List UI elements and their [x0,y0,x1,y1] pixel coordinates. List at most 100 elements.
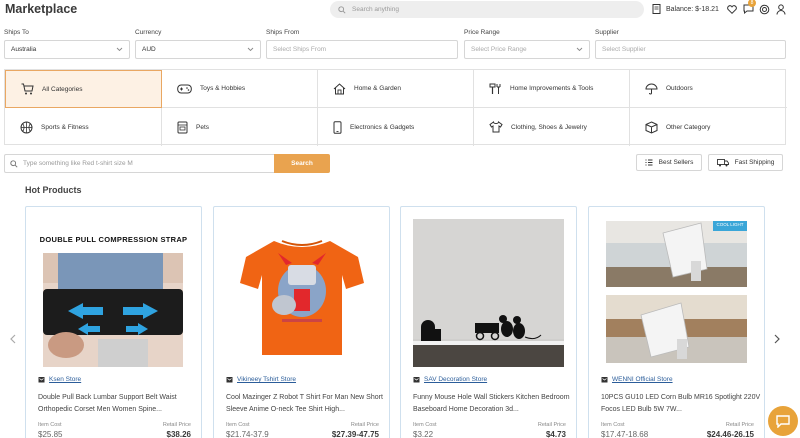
store-name: Vikineey Tshirt Store [237,376,297,383]
category-sports-fitness[interactable]: Sports & Fitness [5,108,162,146]
page-title: Marketplace [5,2,78,16]
phone-icon [333,120,342,134]
currency-value: AUD [142,46,156,53]
fast-shipping-button[interactable]: Fast Shipping [708,154,783,171]
product-card[interactable]: Vikineey Tshirt Store Cool Mazinger Z Ro… [213,206,390,438]
product-search-placeholder: Type something like Red t-shirt size M [23,160,133,167]
category-other[interactable]: Other Category [630,108,787,146]
product-search-input[interactable]: Type something like Red t-shirt size M [4,154,274,173]
heart-icon[interactable] [726,3,738,15]
product-card[interactable]: SAV Decoration Store Funny Mouse Hole Wa… [400,206,577,438]
category-electronics[interactable]: Electronics & Gadgets [318,108,474,146]
global-search-placeholder: Search anything [352,6,399,13]
balance-text: Balance: $-18.21 [666,5,719,13]
retail-price-label: Retail Price [162,422,191,428]
chat-icon [776,414,790,428]
ships-from-placeholder: Select Ships From [273,46,327,53]
product-name[interactable]: 10PCS GU10 LED Corn Bulb MR16 Spotlight … [601,392,761,415]
item-cost-value: $25.85 [38,430,63,438]
gamepad-icon [177,84,192,93]
retail-price-label: Retail Price [350,422,379,428]
category-all[interactable]: All Categories [5,70,162,108]
store-name: WENNI Official Store [612,376,673,383]
category-label: All Categories [42,85,83,93]
product-image-caption: DOUBLE PULL COMPRESSION STRAP [39,235,188,244]
product-image-back-belt[interactable]: DOUBLE PULL COMPRESSION STRAP [38,219,189,367]
chevron-down-icon [116,47,123,52]
item-cost-label: Item Cost [413,422,437,428]
category-label: Sports & Fitness [41,123,89,131]
basketball-icon [20,121,33,133]
search-icon [10,159,18,168]
chat-widget-button[interactable] [768,406,798,436]
store-icon [601,377,608,383]
category-outdoors[interactable]: Outdoors [630,70,787,108]
shirt-icon [489,121,503,133]
price-range-select[interactable]: Select Price Range [464,40,590,59]
product-image-led-bulb[interactable]: COOL LIGHT [601,219,752,367]
product-image-tshirt[interactable] [226,219,377,367]
store-icon [38,377,45,383]
category-label: Clothing, Shoes & Jewelry [511,123,587,131]
carousel-prev-icon[interactable] [8,333,18,345]
cart-icon [21,83,34,95]
fast-shipping-label: Fast Shipping [734,159,775,166]
pet-food-icon [177,121,188,133]
category-label: Pets [196,123,210,131]
box-icon [645,120,658,134]
currency-select[interactable]: AUD [135,40,261,59]
store-link[interactable]: SAV Decoration Store [413,376,487,383]
store-link[interactable]: WENNI Official Store [601,376,673,383]
category-pets[interactable]: Pets [162,108,318,146]
truck-icon [716,158,729,166]
retail-price-value: $4.73 [545,430,566,438]
category-home-improvements[interactable]: Home Improvements & Tools [474,70,630,108]
hot-products-heading: Hot Products [25,185,82,195]
product-name[interactable]: Double Pull Back Lumbar Support Belt Wai… [38,392,198,415]
ships-from-label: Ships From [266,29,300,36]
item-cost-value: $17.47-18.68 [601,430,649,438]
retail-price-label: Retail Price [537,422,566,428]
category-toys-hobbies[interactable]: Toys & Hobbies [162,70,318,108]
currency-label: Currency [135,29,162,36]
supplier-placeholder: Select Supplier [602,46,646,53]
carousel-next-icon[interactable] [772,333,782,345]
item-cost-value: $21.74-37.9 [226,430,269,438]
category-label: Other Category [666,123,711,131]
item-cost-label: Item Cost [226,422,250,428]
category-home-garden[interactable]: Home & Garden [318,70,474,108]
store-link[interactable]: Vikineey Tshirt Store [226,376,296,383]
store-icon [413,377,420,383]
product-image-wall-sticker[interactable] [413,219,564,367]
product-image-tag: COOL LIGHT [716,222,744,227]
ships-to-value: Australia [11,46,37,53]
notification-badge: 8 [748,0,756,7]
retail-price-value: $24.46-26.15 [706,430,754,438]
product-name[interactable]: Funny Mouse Hole Wall Stickers Kitchen B… [413,392,573,415]
ships-to-select[interactable]: Australia [4,40,130,59]
product-name[interactable]: Cool Mazinger Z Robot T Shirt For Man Ne… [226,392,386,415]
ships-from-select[interactable]: Select Ships From [266,40,458,59]
search-icon [338,5,346,14]
product-card[interactable]: DOUBLE PULL COMPRESSION STRAP Ksen Store… [25,206,202,438]
category-clothing[interactable]: Clothing, Shoes & Jewelry [474,108,630,146]
retail-price-value: $38.26 [166,430,191,438]
support-icon[interactable] [758,3,770,15]
supplier-select[interactable]: Select Supplier [595,40,786,59]
global-search-input[interactable]: Search anything [330,1,644,18]
chevron-down-icon [576,47,583,52]
store-icon [226,377,233,383]
balance-display[interactable]: Balance: $-18.21 [652,4,719,14]
product-card[interactable]: COOL LIGHT WENNI Official Store 10PCS GU… [588,206,765,438]
category-label: Home Improvements & Tools [510,85,594,92]
search-button[interactable]: Search [274,154,330,173]
supplier-label: Supplier [595,29,619,36]
store-name: Ksen Store [49,376,82,383]
tools-icon [489,83,501,94]
price-range-placeholder: Select Price Range [471,46,527,53]
ships-to-label: Ships To [4,29,29,36]
store-link[interactable]: Ksen Store [38,376,81,383]
best-sellers-button[interactable]: Best Sellers [636,154,702,171]
user-icon[interactable] [775,3,787,15]
chevron-down-icon [247,47,254,52]
